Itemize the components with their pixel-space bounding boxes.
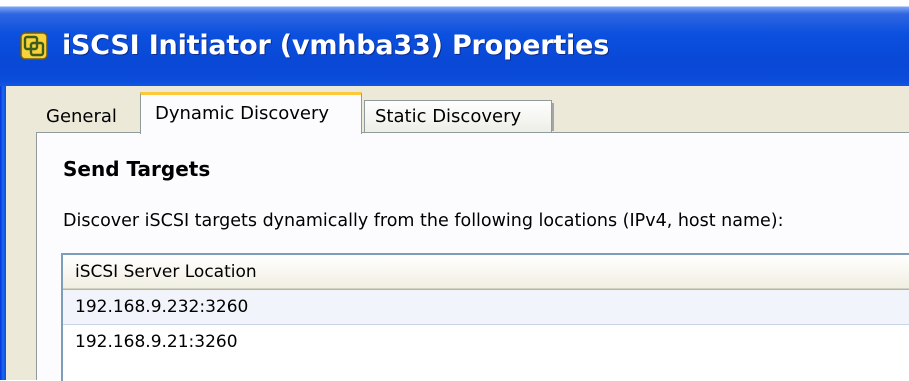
tab-dynamic-discovery[interactable]: Dynamic Discovery <box>140 92 362 134</box>
column-header-server-location[interactable]: iSCSI Server Location <box>63 255 909 289</box>
title-bar[interactable]: iSCSI Initiator (vmhba33) Properties <box>0 0 909 86</box>
section-title: Send Targets <box>63 157 211 181</box>
send-targets-table[interactable]: iSCSI Server Location 192.168.9.232:3260… <box>61 253 909 381</box>
window-title: iSCSI Initiator (vmhba33) Properties <box>62 30 610 61</box>
column-header-label: iSCSI Server Location <box>75 262 257 282</box>
dynamic-discovery-panel: Send Targets Discover iSCSI targets dyna… <box>36 132 909 381</box>
title-bar-top-edge <box>0 0 909 6</box>
tab-static-discovery[interactable]: Static Discovery <box>364 100 554 132</box>
tab-static-discovery-label: Static Discovery <box>375 106 522 127</box>
properties-window: iSCSI Initiator (vmhba33) Properties Gen… <box>0 0 909 381</box>
tab-dynamic-discovery-label: Dynamic Discovery <box>155 103 330 124</box>
tab-general-label: General <box>46 106 117 127</box>
tab-general[interactable]: General <box>34 102 144 132</box>
vmware-icon <box>20 32 48 60</box>
table-row[interactable]: 192.168.9.232:3260 <box>63 289 909 325</box>
server-location-cell: 192.168.9.232:3260 <box>75 297 249 317</box>
server-location-cell: 192.168.9.21:3260 <box>75 332 238 352</box>
table-row[interactable]: 192.168.9.21:3260 <box>63 325 909 361</box>
dialog-client-area: General Dynamic Discovery Static Discove… <box>6 86 909 381</box>
tab-shadow-edge <box>552 103 554 131</box>
section-description: Discover iSCSI targets dynamically from … <box>63 211 784 231</box>
